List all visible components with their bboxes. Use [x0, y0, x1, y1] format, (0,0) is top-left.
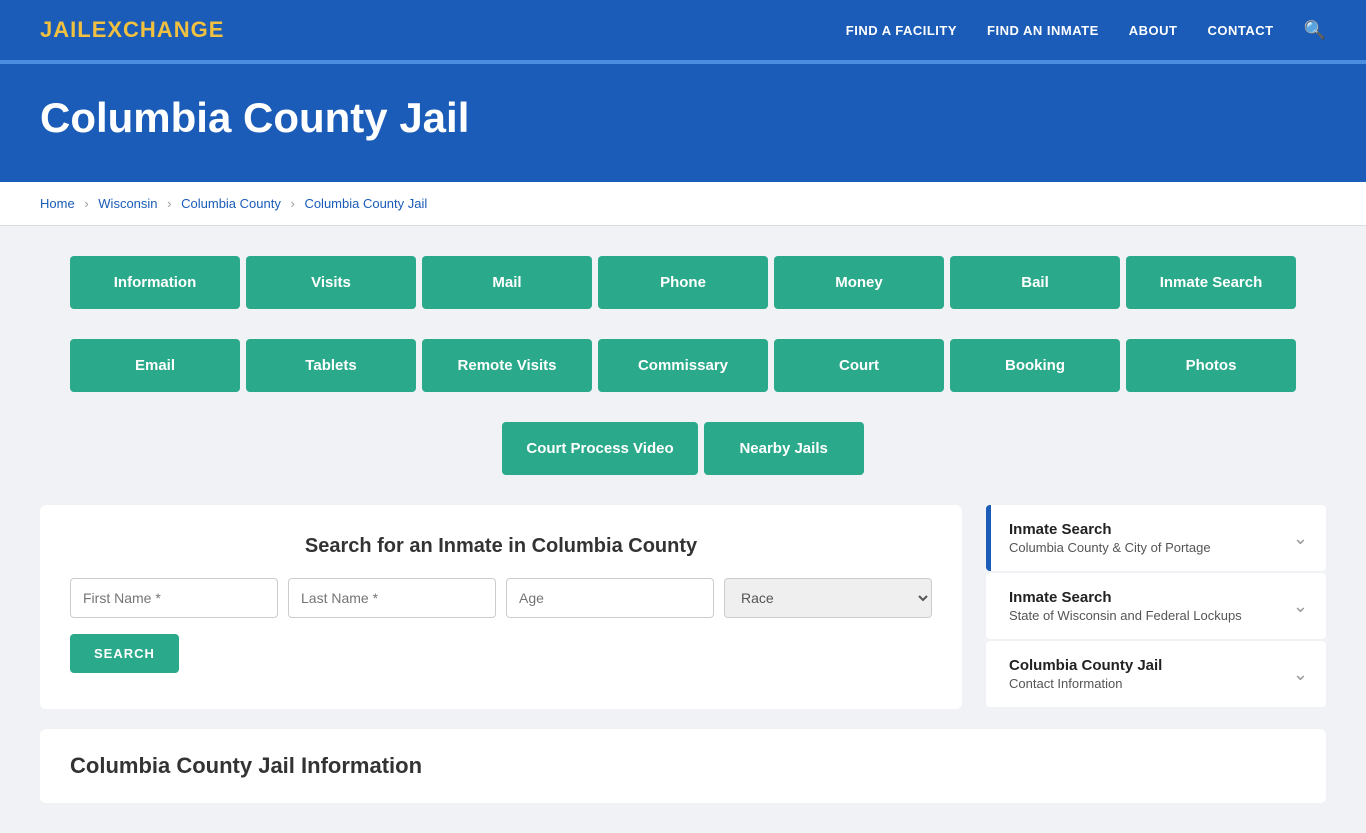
- breadcrumb-columbia-county[interactable]: Columbia County: [181, 196, 281, 211]
- search-heading: Search for an Inmate in Columbia County: [70, 535, 932, 558]
- race-select[interactable]: Race: [724, 578, 932, 618]
- nav-links: FIND A FACILITY FIND AN INMATE ABOUT CON…: [846, 20, 1326, 41]
- btn-information[interactable]: Information: [70, 256, 240, 309]
- chevron-down-icon-2: ⌄: [1293, 596, 1308, 617]
- btn-remote-visits[interactable]: Remote Visits: [422, 339, 592, 392]
- sidebar-card-contact-main-title: Columbia County Jail: [1009, 657, 1162, 674]
- nav-contact[interactable]: CONTACT: [1207, 23, 1273, 38]
- sidebar-card-columbia-main-title: Inmate Search: [1009, 521, 1211, 538]
- btn-visits[interactable]: Visits: [246, 256, 416, 309]
- breadcrumb-sep-1: ›: [84, 196, 88, 211]
- sidebar-card-columbia-header[interactable]: Inmate Search Columbia County & City of …: [991, 505, 1326, 571]
- btn-money[interactable]: Money: [774, 256, 944, 309]
- sidebar-card-contact-titles: Columbia County Jail Contact Information: [1009, 657, 1162, 691]
- nav-find-inmate[interactable]: FIND AN INMATE: [987, 23, 1099, 38]
- hero-section: Columbia County Jail: [0, 64, 1366, 182]
- logo-exchange: EXCHANGE: [92, 17, 225, 42]
- btn-tablets[interactable]: Tablets: [246, 339, 416, 392]
- btn-email[interactable]: Email: [70, 339, 240, 392]
- page-title: Columbia County Jail: [40, 94, 1326, 142]
- button-row-2: Email Tablets Remote Visits Commissary C…: [40, 339, 1326, 392]
- content-area: Search for an Inmate in Columbia County …: [40, 505, 1326, 709]
- btn-booking[interactable]: Booking: [950, 339, 1120, 392]
- bottom-heading: Columbia County Jail Information: [70, 753, 1296, 779]
- age-input[interactable]: [506, 578, 714, 618]
- button-row-1: Information Visits Mail Phone Money Bail…: [40, 256, 1326, 309]
- last-name-input[interactable]: [288, 578, 496, 618]
- sidebar-card-state-sub-title: State of Wisconsin and Federal Lockups: [1009, 608, 1242, 623]
- navbar: JAILEXCHANGE FIND A FACILITY FIND AN INM…: [0, 0, 1366, 60]
- chevron-down-icon: ⌄: [1293, 528, 1308, 549]
- sidebar-card-columbia[interactable]: Inmate Search Columbia County & City of …: [986, 505, 1326, 571]
- sidebar-card-state-titles: Inmate Search State of Wisconsin and Fed…: [1009, 589, 1242, 623]
- site-logo[interactable]: JAILEXCHANGE: [40, 17, 224, 43]
- search-fields: Race: [70, 578, 932, 618]
- sidebar: Inmate Search Columbia County & City of …: [986, 505, 1326, 709]
- breadcrumb: Home › Wisconsin › Columbia County › Col…: [0, 182, 1366, 226]
- sidebar-card-contact[interactable]: Columbia County Jail Contact Information…: [986, 641, 1326, 707]
- main-content: Information Visits Mail Phone Money Bail…: [0, 226, 1366, 833]
- bottom-info-section: Columbia County Jail Information: [40, 729, 1326, 803]
- btn-commissary[interactable]: Commissary: [598, 339, 768, 392]
- sidebar-card-columbia-titles: Inmate Search Columbia County & City of …: [1009, 521, 1211, 555]
- logo-jail: JAIL: [40, 17, 92, 42]
- btn-bail[interactable]: Bail: [950, 256, 1120, 309]
- sidebar-card-state-main-title: Inmate Search: [1009, 589, 1242, 606]
- breadcrumb-wisconsin[interactable]: Wisconsin: [98, 196, 157, 211]
- nav-find-facility[interactable]: FIND A FACILITY: [846, 23, 957, 38]
- btn-mail[interactable]: Mail: [422, 256, 592, 309]
- inmate-search-box: Search for an Inmate in Columbia County …: [40, 505, 962, 709]
- btn-nearby-jails[interactable]: Nearby Jails: [704, 422, 864, 475]
- btn-inmate-search[interactable]: Inmate Search: [1126, 256, 1296, 309]
- first-name-input[interactable]: [70, 578, 278, 618]
- breadcrumb-home[interactable]: Home: [40, 196, 75, 211]
- btn-court-process-video[interactable]: Court Process Video: [502, 422, 697, 475]
- sidebar-card-state[interactable]: Inmate Search State of Wisconsin and Fed…: [986, 573, 1326, 639]
- btn-phone[interactable]: Phone: [598, 256, 768, 309]
- breadcrumb-current[interactable]: Columbia County Jail: [304, 196, 427, 211]
- nav-about[interactable]: ABOUT: [1129, 23, 1178, 38]
- breadcrumb-sep-2: ›: [167, 196, 171, 211]
- sidebar-card-columbia-sub-title: Columbia County & City of Portage: [1009, 540, 1211, 555]
- search-icon[interactable]: 🔍: [1304, 20, 1326, 41]
- sidebar-card-contact-header[interactable]: Columbia County Jail Contact Information…: [991, 641, 1326, 707]
- sidebar-card-contact-sub-title: Contact Information: [1009, 676, 1162, 691]
- btn-photos[interactable]: Photos: [1126, 339, 1296, 392]
- search-button[interactable]: SEARCH: [70, 634, 179, 673]
- btn-court[interactable]: Court: [774, 339, 944, 392]
- breadcrumb-sep-3: ›: [290, 196, 294, 211]
- button-row-3: Court Process Video Nearby Jails: [40, 422, 1326, 475]
- chevron-down-icon-3: ⌄: [1293, 664, 1308, 685]
- sidebar-card-state-header[interactable]: Inmate Search State of Wisconsin and Fed…: [991, 573, 1326, 639]
